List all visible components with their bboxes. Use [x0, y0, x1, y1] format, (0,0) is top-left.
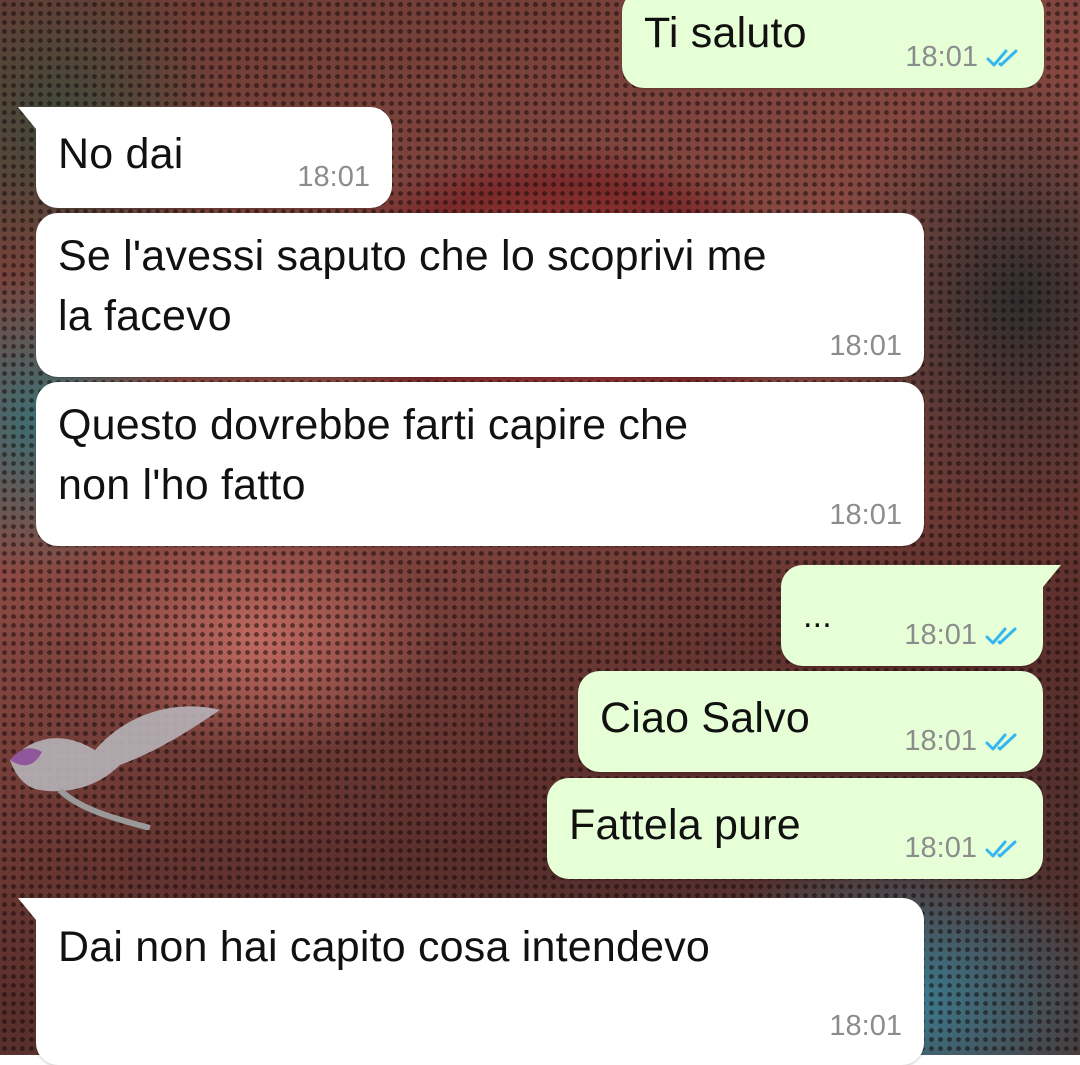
incoming-message[interactable]: Questo dovrebbe farti capire che non l'h…	[36, 382, 924, 546]
message-meta: 18:01	[905, 41, 1022, 74]
incoming-message[interactable]: Se l'avessi saputo che lo scoprivi me la…	[36, 213, 924, 377]
outgoing-message[interactable]: Ti saluto 18:01	[622, 0, 1044, 88]
double-check-icon	[985, 733, 1017, 750]
message-meta: 18:01	[297, 161, 370, 194]
message-text: Ciao Salvo	[600, 694, 810, 742]
incoming-message[interactable]: Dai non hai capito cosa intendevo 18:01	[18, 898, 924, 1065]
message-text-line: Questo dovrebbe farti capire che	[58, 401, 689, 449]
message-time: 18:01	[829, 1010, 902, 1042]
message-meta: 18:01	[829, 499, 902, 532]
message-time: 18:01	[904, 725, 977, 757]
message-meta: 18:01	[829, 1010, 902, 1043]
double-check-icon	[986, 49, 1018, 66]
message-meta: 18:01	[904, 619, 1021, 652]
message-text-line: Se l'avessi saputo che lo scoprivi me	[58, 232, 767, 280]
message-time: 18:01	[829, 330, 902, 362]
double-check-icon	[985, 840, 1017, 857]
message-time: 18:01	[297, 161, 370, 193]
incoming-message[interactable]: No dai 18:01	[18, 107, 392, 208]
message-time: 18:01	[905, 41, 978, 73]
hummingbird-illustration	[10, 706, 220, 830]
outgoing-message[interactable]: Ciao Salvo 18:01	[578, 671, 1043, 772]
message-text: Ti saluto	[644, 9, 807, 57]
message-text-line: la facevo	[58, 292, 232, 340]
message-text: ...	[803, 597, 832, 635]
message-time: 18:01	[904, 832, 977, 864]
outgoing-message[interactable]: ... 18:01	[781, 565, 1061, 666]
message-text-line: non l'ho fatto	[58, 461, 306, 509]
message-time: 18:01	[829, 499, 902, 531]
message-text: No dai	[58, 130, 184, 178]
outgoing-message[interactable]: Fattela pure 18:01	[547, 778, 1043, 879]
double-check-icon	[985, 627, 1017, 644]
message-text: Dai non hai capito cosa intendevo	[58, 923, 711, 971]
message-meta: 18:01	[904, 832, 1021, 865]
message-text: Fattela pure	[569, 801, 801, 849]
message-time: 18:01	[904, 619, 977, 651]
message-meta: 18:01	[829, 330, 902, 363]
message-meta: 18:01	[904, 725, 1021, 758]
